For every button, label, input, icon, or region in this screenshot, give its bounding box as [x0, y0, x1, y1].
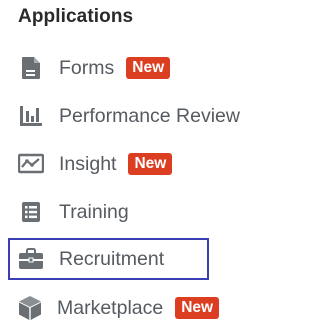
nav-item-label: Marketplace	[57, 296, 164, 319]
nav-item-label: Insight	[59, 152, 117, 175]
nav-item-forms[interactable]: Forms New	[8, 48, 208, 88]
nav-item-label: Forms	[59, 56, 115, 79]
new-badge: New	[126, 57, 171, 79]
nav-item-label: Training	[59, 200, 129, 223]
bar-chart-icon	[18, 103, 44, 129]
new-badge: New	[175, 297, 220, 319]
checklist-icon	[18, 199, 44, 225]
line-chart-icon	[18, 151, 44, 177]
nav-item-label: Performance Review	[59, 104, 240, 127]
new-badge: New	[128, 153, 173, 175]
section-title: Applications	[18, 6, 134, 27]
nav-item-insight[interactable]: Insight New	[8, 144, 208, 184]
briefcase-icon	[18, 246, 44, 272]
nav-item-recruitment[interactable]: Recruitment	[8, 238, 209, 280]
nav-item-training[interactable]: Training	[8, 192, 208, 232]
nav-item-performance-review[interactable]: Performance Review	[8, 96, 278, 136]
cube-icon	[18, 295, 42, 321]
nav-item-marketplace[interactable]: Marketplace New	[8, 288, 220, 328]
document-icon	[18, 55, 44, 81]
nav-item-label: Recruitment	[59, 247, 165, 270]
